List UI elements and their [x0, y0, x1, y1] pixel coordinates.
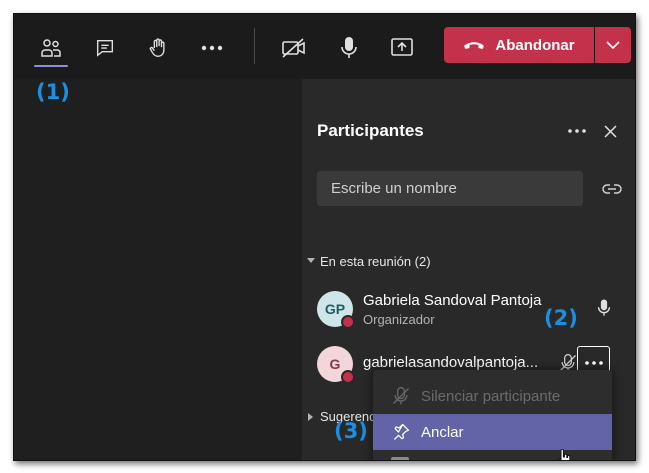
people-icon [41, 39, 61, 57]
teams-meeting-window: Abandonar (1) Participantes Escribe un n… [13, 13, 636, 461]
copy-link-button[interactable] [600, 177, 624, 201]
raise-hand-button[interactable] [142, 32, 174, 64]
participant-search-input[interactable] [317, 171, 583, 206]
callout-2: (2) [544, 306, 578, 330]
more-actions-button[interactable] [196, 32, 228, 64]
microphone-toggle-button[interactable] [333, 32, 365, 64]
menu-item-icon [391, 457, 409, 460]
leave-button-label: Abandonar [495, 36, 575, 54]
in-meeting-section-header[interactable]: En esta reunión (2) [302, 251, 431, 271]
callout-1: (1) [36, 80, 70, 104]
participant-row[interactable]: GP Gabriela Sandoval Pantoja Organizador [317, 291, 627, 335]
caret-right-icon [302, 412, 320, 421]
microphone-icon [341, 37, 357, 58]
pin-icon [393, 423, 410, 440]
menu-item-label: Anclar [421, 423, 464, 441]
active-tab-indicator [34, 65, 68, 67]
participant-role: Organizador [363, 312, 435, 327]
chevron-down-icon [606, 41, 620, 49]
participants-button[interactable] [35, 32, 67, 64]
panel-close-button[interactable] [598, 119, 622, 143]
leave-button[interactable]: Abandonar [444, 27, 594, 63]
participant-context-menu: Silenciar participante Anclar [373, 370, 612, 460]
camera-off-icon [282, 38, 305, 58]
participant-mic-status [593, 297, 615, 319]
meeting-toolbar: Abandonar [14, 14, 635, 79]
menu-item-label: Silenciar participante [421, 387, 561, 405]
raise-hand-icon [149, 38, 165, 57]
camera-toggle-button[interactable] [278, 32, 310, 64]
mouse-cursor-hand-icon [557, 449, 571, 460]
participant-name: gabrielasandovalpantoja... [363, 354, 539, 371]
more-icon [201, 45, 223, 51]
chat-button[interactable] [89, 32, 121, 64]
mute-participant-menu-item: Silenciar participante [373, 378, 612, 414]
pin-menu-item[interactable]: Anclar [373, 414, 612, 450]
share-screen-button[interactable] [386, 32, 418, 64]
leave-options-button[interactable] [595, 27, 631, 63]
menu-item-partial[interactable] [373, 452, 612, 460]
participant-name: Gabriela Sandoval Pantoja [363, 292, 542, 309]
microphone-off-icon [393, 387, 409, 405]
more-icon [568, 129, 586, 133]
presence-busy-icon [341, 315, 355, 329]
callout-3: (3) [334, 419, 368, 443]
share-screen-icon [391, 38, 413, 56]
chat-icon [96, 39, 114, 57]
more-icon [584, 360, 603, 365]
caret-down-icon [302, 258, 320, 264]
close-icon [603, 124, 617, 138]
link-icon [602, 184, 622, 194]
presence-busy-icon [341, 370, 355, 384]
section-label: En esta reunión (2) [320, 253, 431, 269]
microphone-icon [597, 299, 611, 316]
panel-more-button[interactable] [562, 119, 592, 143]
toolbar-divider [254, 28, 255, 64]
panel-title: Participantes [317, 121, 424, 140]
phone-hangup-icon [464, 42, 485, 49]
